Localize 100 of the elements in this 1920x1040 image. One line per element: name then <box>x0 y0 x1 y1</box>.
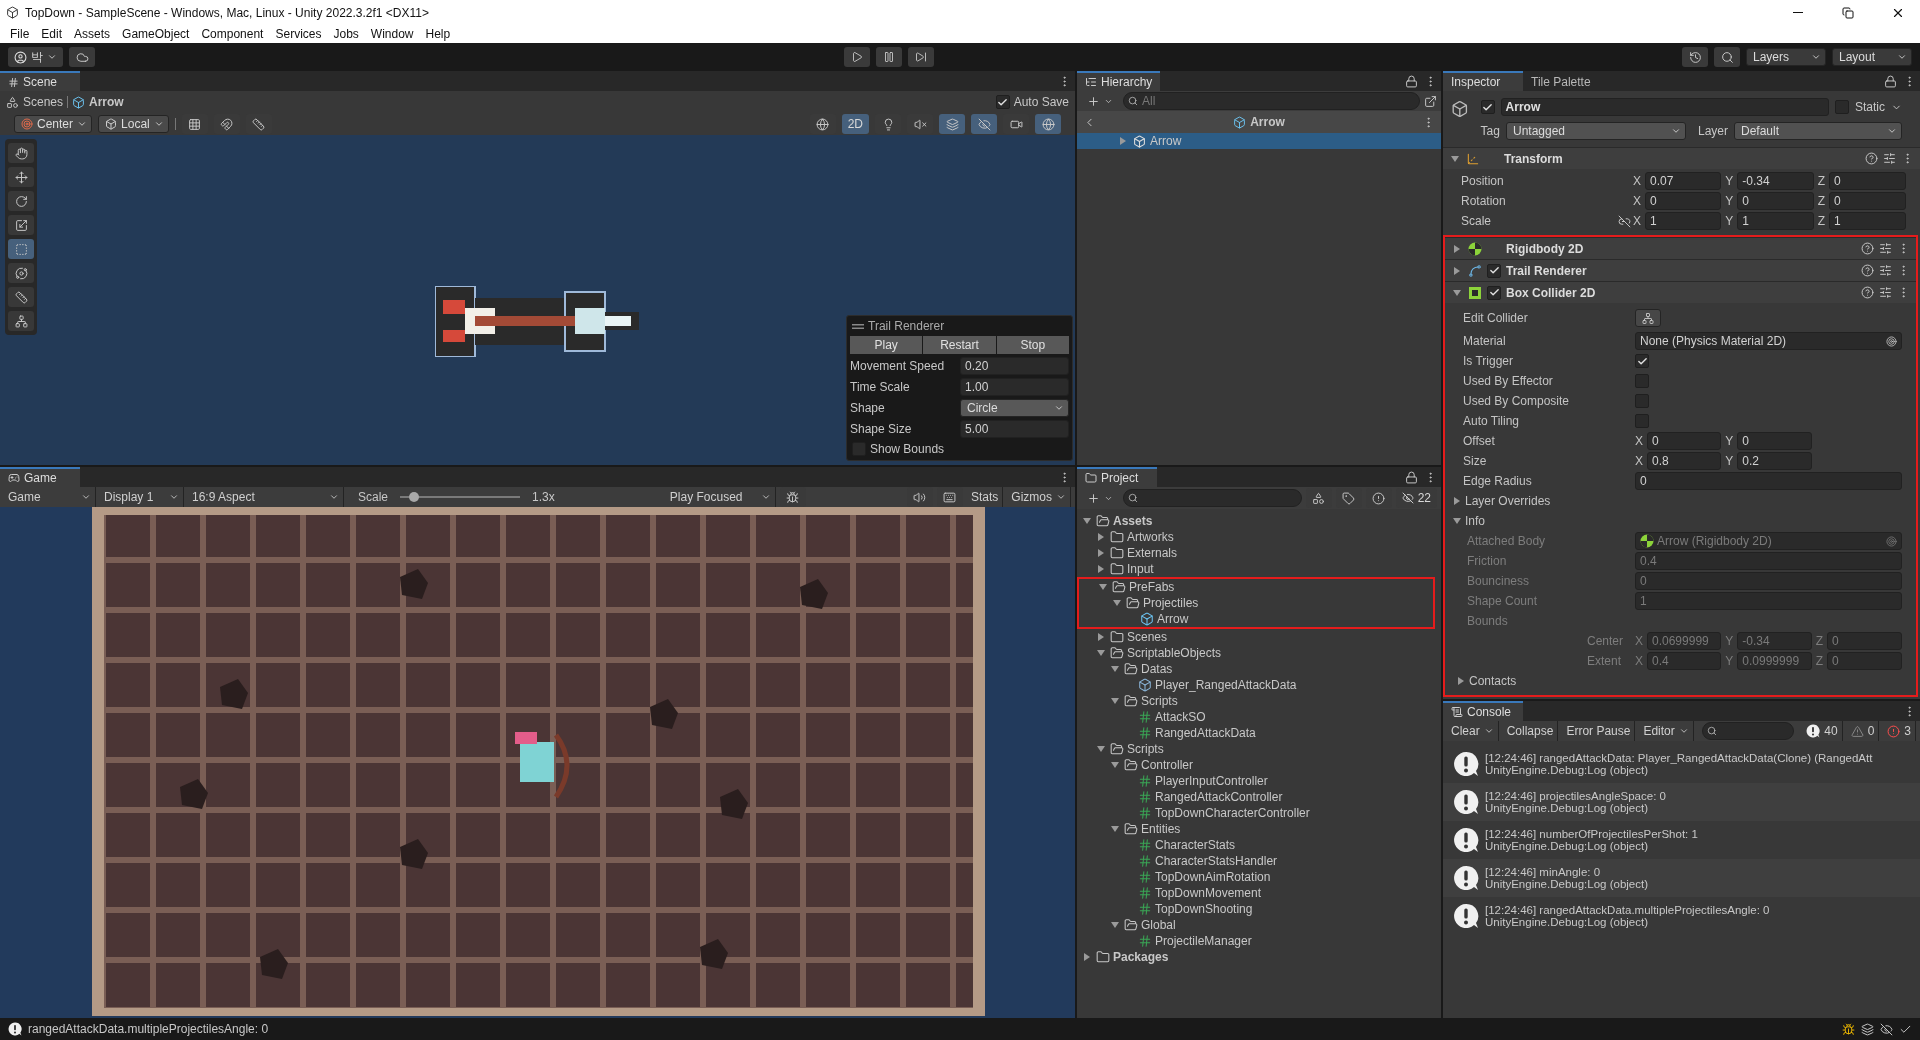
play-button[interactable] <box>843 47 870 67</box>
search-button[interactable] <box>1714 47 1740 67</box>
number-field[interactable]: 0 <box>1829 192 1906 210</box>
presets-icon[interactable] <box>1883 152 1896 165</box>
checkbox[interactable] <box>1635 374 1649 388</box>
number-field[interactable]: 1 <box>1737 212 1814 230</box>
help-icon[interactable] <box>1861 286 1874 299</box>
foldout-arrow-icon[interactable] <box>1098 633 1104 641</box>
tool-button[interactable] <box>8 311 34 331</box>
menu-item[interactable]: Assets <box>68 27 117 41</box>
foldout-arrow-icon[interactable] <box>1098 549 1104 557</box>
project-item[interactable]: ProjectileManager <box>1155 934 1252 948</box>
foldout-label[interactable]: Info <box>1465 514 1485 528</box>
lock-icon[interactable] <box>1405 74 1418 88</box>
number-field[interactable]: -0.34 <box>1737 172 1814 190</box>
project-item[interactable]: Input <box>1127 562 1154 576</box>
project-item[interactable]: PlayerInputController <box>1155 774 1268 788</box>
visibility-toggle[interactable] <box>971 114 997 134</box>
tool-button[interactable] <box>8 239 34 259</box>
menu-item[interactable]: Component <box>195 27 270 41</box>
presets-icon[interactable] <box>1879 242 1892 255</box>
foldout-arrow-icon[interactable] <box>1111 698 1119 704</box>
foldout-arrow-icon[interactable] <box>1097 746 1105 752</box>
console-tab[interactable]: Console <box>1443 701 1523 721</box>
project-item[interactable]: RangedAttackController <box>1155 790 1283 804</box>
menu-item[interactable]: File <box>4 27 36 41</box>
project-item[interactable]: Arrow <box>1157 612 1189 626</box>
foldout-arrow-icon[interactable] <box>1453 289 1461 296</box>
project-item[interactable]: Global <box>1141 918 1176 932</box>
foldout-arrow-icon[interactable] <box>1454 266 1460 275</box>
project-item[interactable]: Scripts <box>1141 694 1178 708</box>
project-item[interactable]: Entities <box>1141 822 1181 836</box>
help-icon[interactable] <box>1861 242 1874 255</box>
layer-dropdown[interactable]: Default <box>1734 122 1902 140</box>
foldout-arrow-icon[interactable] <box>1099 584 1107 590</box>
project-item[interactable]: AttackSO <box>1155 710 1206 724</box>
number-field[interactable]: 0 <box>1737 432 1812 450</box>
presets-icon[interactable] <box>1879 264 1892 277</box>
log-entry[interactable]: [12:24:46] projectilesAngleSpace: 0 UnityEngine.Debug:Log (object) <box>1443 783 1920 821</box>
search-field[interactable]: All <box>1123 92 1420 110</box>
drag-handle-icon[interactable] <box>852 323 864 329</box>
number-field[interactable]: 0 <box>1647 432 1722 450</box>
hierarchy-item[interactable]: Arrow <box>1077 133 1441 149</box>
breadcrumb-link[interactable]: Scenes <box>23 95 64 109</box>
account-dropdown[interactable]: 박 <box>8 47 63 67</box>
project-item[interactable]: Packages <box>1113 950 1169 964</box>
game-tab[interactable]: Game <box>0 467 80 487</box>
scene-tab[interactable]: Scene <box>0 71 80 91</box>
number-field[interactable]: 1.00 <box>960 377 1069 396</box>
lock-icon[interactable] <box>1884 74 1897 88</box>
checkbox[interactable] <box>1635 354 1649 368</box>
component-title[interactable]: Box Collider 2D <box>1506 285 1596 300</box>
foldout-arrow-icon[interactable] <box>1097 650 1105 656</box>
number-field[interactable]: 0.20 <box>960 356 1069 375</box>
number-field[interactable]: 0 <box>1829 172 1906 190</box>
enable-checkbox[interactable] <box>1487 285 1501 300</box>
tool-button[interactable] <box>8 263 34 283</box>
project-item[interactable]: CharacterStats <box>1155 838 1236 852</box>
project-tab[interactable]: Project <box>1077 467 1157 487</box>
pivot-dropdown[interactable]: Center <box>14 115 93 133</box>
component-title[interactable]: Transform <box>1504 151 1563 166</box>
component-title[interactable]: Trail Renderer <box>1506 263 1587 278</box>
number-field[interactable]: 0 <box>1645 192 1722 210</box>
project-item[interactable]: Datas <box>1141 662 1173 676</box>
overlay-button[interactable]: Restart <box>923 336 996 354</box>
tool-button[interactable] <box>8 143 34 163</box>
project-item[interactable]: Controller <box>1141 758 1194 772</box>
cloud-button[interactable] <box>69 47 95 67</box>
tool-button[interactable] <box>8 215 34 235</box>
foldout-arrow-icon[interactable] <box>1454 244 1460 253</box>
foldout-arrow-icon[interactable] <box>1111 666 1119 672</box>
project-item[interactable]: RangedAttackData <box>1155 726 1256 740</box>
foldout-arrow-icon[interactable] <box>1453 518 1461 524</box>
step-button[interactable] <box>907 47 934 67</box>
project-item[interactable]: TopDownShooting <box>1155 902 1253 916</box>
inspector-tab[interactable]: Tile Palette <box>1523 71 1603 91</box>
undo-history-button[interactable] <box>1682 47 1708 67</box>
overlay-button[interactable]: Play <box>850 336 923 354</box>
log-entry[interactable]: [12:24:46] minAngle: 0 UnityEngine.Debug:Log (object) <box>1443 859 1920 897</box>
number-field[interactable]: 0.8 <box>1647 452 1722 470</box>
space-dropdown[interactable]: Local <box>98 115 169 133</box>
gizmos-dropdown[interactable] <box>1035 114 1061 134</box>
number-field[interactable]: 0 <box>1737 192 1814 210</box>
help-icon[interactable] <box>1861 264 1874 277</box>
static-checkbox[interactable] <box>1835 100 1849 114</box>
checkbox[interactable] <box>1635 414 1649 428</box>
foldout-arrow-icon[interactable] <box>1454 497 1460 505</box>
tool-button[interactable] <box>8 167 34 187</box>
project-item[interactable]: Scenes <box>1127 630 1168 644</box>
object-field[interactable]: None (Physics Material 2D) <box>1635 332 1902 350</box>
presets-icon[interactable] <box>1879 286 1892 299</box>
project-item[interactable]: Player_RangedAttackData <box>1155 678 1297 692</box>
foldout-arrow-icon[interactable] <box>1098 565 1104 573</box>
layers-dropdown[interactable]: Layers <box>1746 48 1826 66</box>
tool-button[interactable] <box>8 287 34 307</box>
foldout-label[interactable]: Layer Overrides <box>1465 494 1551 508</box>
tag-dropdown[interactable]: Untagged <box>1505 122 1686 140</box>
foldout-arrow-icon[interactable] <box>1083 518 1091 524</box>
foldout-arrow-icon[interactable] <box>1451 155 1459 162</box>
menu-item[interactable]: Help <box>419 27 457 41</box>
